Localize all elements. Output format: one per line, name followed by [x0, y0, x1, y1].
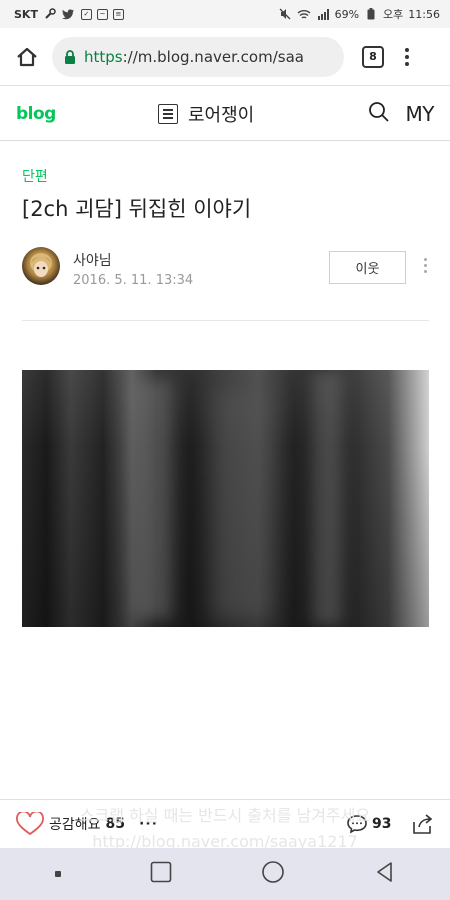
add-neighbor-button[interactable]: 이웃 [329, 251, 406, 284]
chart-notification-icon: ~ [96, 8, 108, 20]
avatar[interactable] [22, 247, 60, 285]
home-nav-button[interactable] [261, 860, 285, 888]
back-button[interactable] [374, 861, 396, 887]
more-actions-button[interactable]: ··· [139, 816, 158, 832]
author-name[interactable]: 사야님 [73, 250, 112, 270]
comment-button[interactable]: 93 [346, 814, 391, 834]
circle-icon [261, 861, 284, 883]
mute-icon [278, 8, 292, 20]
system-navigation-bar [0, 848, 450, 900]
home-button[interactable] [12, 42, 42, 72]
like-label: 공감해요 [49, 816, 101, 833]
like-count: 85 [105, 815, 126, 832]
comment-count: 93 [372, 816, 392, 832]
browser-toolbar: https://m.blog.naver.com/saa 8 [0, 28, 450, 86]
doc-notification-icon: ≡ [112, 8, 124, 20]
tab-switcher-button[interactable]: 8 [362, 45, 384, 68]
divider [22, 320, 429, 321]
clock: 11:56 [408, 7, 440, 21]
checkbox-notification-icon: ✓ [80, 8, 92, 20]
dot-icon [405, 61, 409, 66]
search-button[interactable] [368, 101, 390, 127]
recent-apps-button[interactable] [150, 861, 172, 887]
post-category[interactable]: 단편 [22, 166, 48, 186]
dot-icon [424, 264, 427, 267]
dot-icon [424, 258, 427, 261]
image-detail [312, 370, 342, 627]
dot-icon [405, 54, 409, 59]
like-button[interactable]: 공감해요 85 [16, 811, 126, 836]
post-more-button[interactable] [424, 258, 427, 273]
my-button[interactable]: MY [406, 102, 435, 126]
share-button[interactable] [410, 813, 434, 839]
heart-icon [16, 811, 44, 835]
key-icon [43, 8, 57, 20]
wifi-icon [297, 8, 311, 20]
post-image[interactable] [22, 370, 429, 627]
post-title: [2ch 괴담] 뒤집힌 이야기 [22, 197, 252, 221]
blog-logo[interactable]: blog [16, 104, 56, 124]
image-detail [212, 390, 272, 620]
list-icon [158, 104, 178, 124]
home-icon [17, 47, 37, 66]
search-icon [368, 101, 389, 122]
url-scheme: https [84, 47, 123, 66]
blog-title-link[interactable]: 로어쟁이 [158, 101, 254, 127]
blog-header: blog 로어쟁이 MY [0, 87, 450, 141]
browser-menu-button[interactable] [402, 47, 412, 66]
ampm-label: 오후 [383, 8, 404, 21]
triangle-back-icon [376, 862, 392, 882]
post-action-bar: 공감해요 85 ··· 93 [0, 799, 450, 847]
url-bar[interactable]: https://m.blog.naver.com/saa [52, 36, 344, 77]
status-bar: SKT ✓ ~ ≡ 69% 오후 11:56 [0, 0, 450, 28]
dot-icon [424, 270, 427, 273]
comment-icon [347, 815, 367, 834]
signal-icon [316, 8, 330, 20]
url-text: ://m.blog.naver.com/saa [122, 47, 304, 66]
carrier-label: SKT [14, 7, 38, 21]
battery-percent: 69% [334, 7, 360, 21]
battery-icon [364, 8, 378, 20]
image-detail [132, 380, 172, 620]
dot-icon [405, 47, 409, 52]
lock-icon [64, 49, 76, 64]
nav-pin-icon[interactable] [54, 871, 61, 877]
blog-name: 로어쟁이 [188, 105, 255, 126]
share-icon [413, 814, 433, 834]
post-date: 2016. 5. 11. 13:34 [73, 273, 194, 288]
square-icon [150, 861, 171, 883]
twitter-icon [62, 8, 76, 20]
